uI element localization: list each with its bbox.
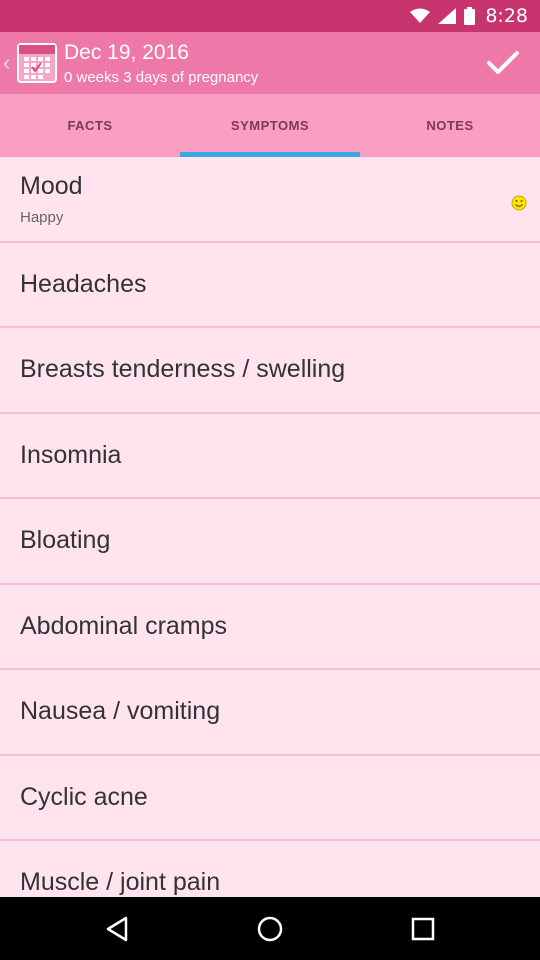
symptom-title: Insomnia (20, 440, 122, 469)
home-button[interactable] (240, 904, 300, 954)
checkmark-icon (487, 51, 519, 74)
back-icon (106, 916, 127, 941)
tab-bar: FACTS SYMPTOMS NOTES (0, 94, 540, 157)
page-title: Dec 19, 2016 (64, 41, 189, 64)
home-icon (257, 916, 283, 941)
symptom-title: Nausea / vomiting (20, 697, 221, 725)
symptom-list: Mood Happy Headaches Breasts tenderness … (0, 157, 540, 897)
symptom-row-insomnia[interactable]: Insomnia (0, 414, 540, 499)
symptom-row-cyclic-acne[interactable]: Cyclic acne (0, 756, 540, 841)
symptom-row-breasts-tenderness[interactable]: Breasts tenderness / swelling (0, 328, 540, 414)
navigation-bar (0, 897, 540, 960)
symptom-title: Headaches (20, 269, 147, 298)
smiley-icon (511, 195, 527, 211)
status-time: 8:28 (485, 5, 528, 27)
symptom-row-nausea[interactable]: Nausea / vomiting (0, 670, 540, 756)
back-button[interactable] (87, 904, 147, 954)
symptom-row-mood[interactable]: Mood Happy (0, 157, 540, 243)
tab-symptoms[interactable]: SYMPTOMS (180, 94, 360, 157)
status-bar: 8:28 (0, 0, 540, 32)
symptom-row-bloating[interactable]: Bloating (0, 499, 540, 585)
tab-notes[interactable]: NOTES (360, 94, 540, 157)
symptom-title: Bloating (20, 526, 111, 554)
confirm-button[interactable] (466, 32, 540, 94)
wifi-icon (410, 8, 431, 23)
app-bar: ‹ Dec 19, 2016 0 weeks 3 days of pregnan… (0, 32, 540, 94)
symptom-row-headaches[interactable]: Headaches (0, 243, 540, 328)
signal-icon (438, 8, 457, 24)
tab-facts[interactable]: FACTS (0, 94, 180, 157)
recents-icon (412, 917, 435, 940)
symptom-title: Muscle / joint pain (20, 868, 221, 896)
symptom-title: Abdominal cramps (20, 611, 228, 640)
calendar-icon[interactable] (17, 43, 57, 83)
symptom-title: Cyclic acne (20, 782, 148, 811)
battery-icon (464, 7, 476, 25)
symptom-row-muscle-joint-pain[interactable]: Muscle / joint pain (0, 841, 540, 897)
symptom-title: Mood (20, 172, 83, 200)
symptom-title: Breasts tenderness / swelling (20, 355, 346, 383)
recents-button[interactable] (393, 904, 453, 954)
symptom-row-abdominal-cramps[interactable]: Abdominal cramps (0, 585, 540, 670)
symptom-value: Happy (20, 209, 64, 226)
pregnancy-duration: 0 weeks 3 days of pregnancy (64, 69, 259, 86)
status-icons (410, 7, 476, 25)
back-chevron-icon[interactable]: ‹ (3, 50, 10, 76)
